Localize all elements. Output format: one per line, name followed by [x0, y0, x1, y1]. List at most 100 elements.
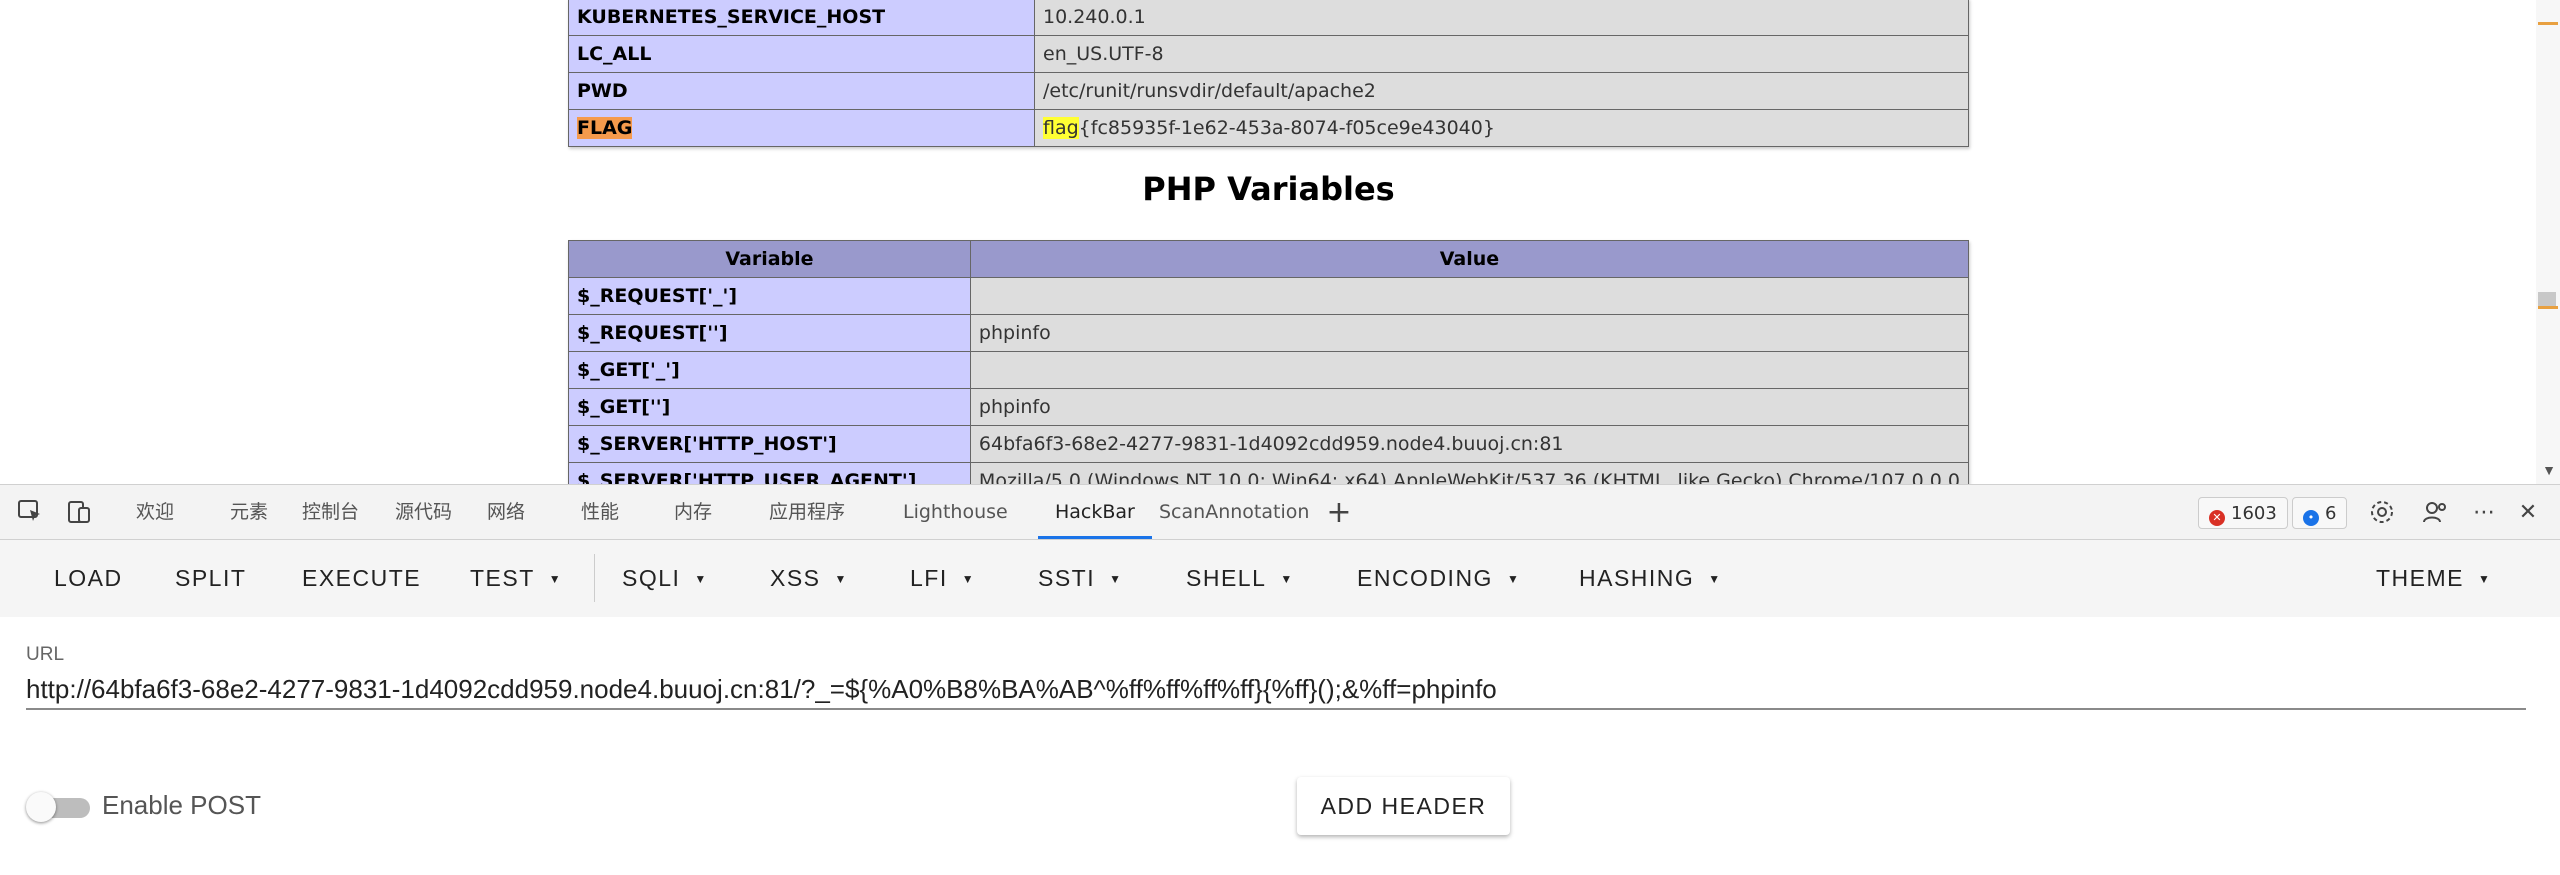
tab-network[interactable]: 网络	[487, 485, 525, 539]
load-button[interactable]: LOAD	[54, 540, 123, 617]
chevron-down-icon: ▼	[1280, 572, 1294, 586]
hashing-dropdown[interactable]: HASHING ▼	[1579, 540, 1722, 617]
column-header-value: Value	[969, 240, 1970, 278]
page-scrollbar[interactable]: ▼	[2536, 0, 2560, 484]
table-row: $_SERVER['HTTP_USER_AGENT'] Mozilla/5.0 …	[568, 462, 1970, 484]
devtools-tabbar: 欢迎 元素 控制台 源代码 网络 性能 内存 应用程序 Lighthouse H…	[0, 484, 2560, 540]
var-value: 64bfa6f3-68e2-4277-9831-1d4092cdd959.nod…	[969, 425, 1970, 463]
inspect-icon[interactable]	[16, 499, 44, 527]
var-key: $_REQUEST['_']	[568, 277, 971, 315]
page-viewport: KUBERNETES_SERVICE_HOST 10.240.0.1 LC_AL…	[0, 0, 2560, 484]
enable-post-toggle[interactable]	[26, 792, 90, 822]
tab-welcome[interactable]: 欢迎	[136, 485, 174, 539]
error-count: 1603	[2231, 503, 2277, 524]
table-row: LC_ALL en_US.UTF-8	[568, 35, 1969, 73]
chevron-down-icon: ▼	[2478, 572, 2492, 586]
var-key: $_GET['']	[568, 388, 971, 426]
table-row: KUBERNETES_SERVICE_HOST 10.240.0.1	[568, 0, 1969, 36]
var-key: $_REQUEST['']	[568, 314, 971, 352]
test-label: TEST	[470, 565, 535, 591]
hackbar-toolbar: LOAD SPLIT EXECUTE TEST ▼ SQLI ▼ XSS ▼ LFI ▼…	[0, 540, 2560, 617]
encoding-label: ENCODING	[1357, 565, 1493, 591]
table-row: $_REQUEST['_']	[568, 277, 1970, 315]
var-value	[969, 277, 1970, 315]
environment-table: KUBERNETES_SERVICE_HOST 10.240.0.1 LC_AL…	[568, 0, 1969, 147]
tab-application[interactable]: 应用程序	[769, 485, 845, 539]
url-label: URL	[26, 644, 65, 665]
xss-label: XSS	[770, 565, 821, 591]
shell-dropdown[interactable]: SHELL ▼	[1186, 540, 1294, 617]
scrollbar-marker	[2538, 306, 2558, 309]
env-value: 10.240.0.1	[1034, 0, 1969, 36]
theme-label: THEME	[2376, 565, 2464, 591]
tab-lighthouse[interactable]: Lighthouse	[903, 485, 1008, 539]
tab-console[interactable]: 控制台	[302, 485, 359, 539]
test-dropdown[interactable]: TEST ▼	[470, 540, 562, 617]
error-count-badge[interactable]: ✕ 1603	[2198, 497, 2288, 529]
customize-icon[interactable]	[2421, 499, 2449, 527]
message-icon: •	[2303, 510, 2319, 526]
encoding-dropdown[interactable]: ENCODING ▼	[1357, 540, 1520, 617]
hashing-label: HASHING	[1579, 565, 1695, 591]
tab-sources[interactable]: 源代码	[395, 485, 452, 539]
tab-scanannotation[interactable]: ScanAnnotation	[1159, 485, 1309, 539]
var-key: $_GET['_']	[568, 351, 971, 389]
message-count-badge[interactable]: • 6	[2292, 497, 2348, 529]
env-key: LC_ALL	[568, 35, 1035, 73]
var-value: phpinfo	[969, 314, 1970, 352]
lfi-label: LFI	[910, 565, 948, 591]
column-header-variable: Variable	[568, 240, 971, 278]
tab-performance[interactable]: 性能	[581, 485, 619, 539]
var-value: phpinfo	[969, 388, 1970, 426]
chevron-down-icon: ▼	[834, 572, 848, 586]
split-button[interactable]: SPLIT	[175, 540, 246, 617]
sqli-dropdown[interactable]: SQLI ▼	[622, 540, 708, 617]
chevron-down-icon: ▼	[694, 572, 708, 586]
table-row: $_GET[''] phpinfo	[568, 388, 1970, 426]
theme-dropdown[interactable]: THEME ▼	[2376, 540, 2491, 617]
var-key: $_SERVER['HTTP_HOST']	[568, 425, 971, 463]
execute-button[interactable]: EXECUTE	[302, 540, 421, 617]
shell-label: SHELL	[1186, 565, 1267, 591]
tab-memory[interactable]: 内存	[674, 485, 712, 539]
toggle-knob	[26, 792, 56, 822]
ssti-label: SSTI	[1038, 565, 1096, 591]
table-row-flag: FLAG flag{fc85935f-1e62-453a-8074-f05ce9…	[568, 109, 1969, 147]
php-variables-heading: PHP Variables	[1142, 170, 1395, 208]
chevron-down-icon: ▼	[961, 572, 976, 586]
url-input[interactable]	[26, 670, 2526, 710]
add-tab-icon[interactable]: +	[1325, 498, 1353, 528]
tab-elements[interactable]: 元素	[230, 485, 268, 539]
sqli-label: SQLI	[622, 565, 681, 591]
xss-dropdown[interactable]: XSS ▼	[770, 540, 848, 617]
lfi-dropdown[interactable]: LFI ▼	[910, 540, 975, 617]
device-toggle-icon[interactable]	[66, 499, 94, 527]
add-header-button[interactable]: ADD HEADER	[1297, 777, 1510, 835]
tab-hackbar[interactable]: HackBar	[1038, 485, 1152, 539]
scroll-down-arrow-icon[interactable]: ▼	[2542, 462, 2556, 478]
chevron-down-icon: ▼	[1506, 572, 1521, 586]
chevron-down-icon: ▼	[1708, 572, 1722, 586]
var-value: Mozilla/5.0 (Windows NT 10.0; Win64; x64…	[969, 462, 1970, 484]
php-variables-table: Variable Value $_REQUEST['_'] $_REQUEST[…	[568, 240, 1970, 484]
env-value: en_US.UTF-8	[1034, 35, 1969, 73]
devtools-panel: 欢迎 元素 控制台 源代码 网络 性能 内存 应用程序 Lighthouse H…	[0, 484, 2560, 875]
chevron-down-icon: ▼	[548, 572, 563, 586]
flag-key-highlight: FLAG	[577, 117, 633, 139]
settings-icon[interactable]	[2368, 499, 2396, 527]
flag-value-text: {fc85935f-1e62-453a-8074-f05ce9e43040}	[1078, 117, 1495, 139]
more-icon[interactable]: ⋯	[2470, 499, 2498, 527]
table-header-row: Variable Value	[568, 240, 1970, 278]
scrollbar-thumb[interactable]	[2538, 292, 2556, 306]
env-key: PWD	[568, 72, 1035, 110]
ssti-dropdown[interactable]: SSTI ▼	[1038, 540, 1123, 617]
scrollbar-marker	[2538, 22, 2558, 25]
close-icon[interactable]: ✕	[2514, 499, 2542, 527]
var-key: $_SERVER['HTTP_USER_AGENT']	[568, 462, 971, 484]
var-value	[969, 351, 1970, 389]
message-count: 6	[2325, 503, 2337, 524]
table-row: $_SERVER['HTTP_HOST'] 64bfa6f3-68e2-4277…	[568, 425, 1970, 463]
env-key: KUBERNETES_SERVICE_HOST	[568, 0, 1035, 36]
flag-key: FLAG	[568, 109, 1035, 147]
table-row: $_GET['_']	[568, 351, 1970, 389]
